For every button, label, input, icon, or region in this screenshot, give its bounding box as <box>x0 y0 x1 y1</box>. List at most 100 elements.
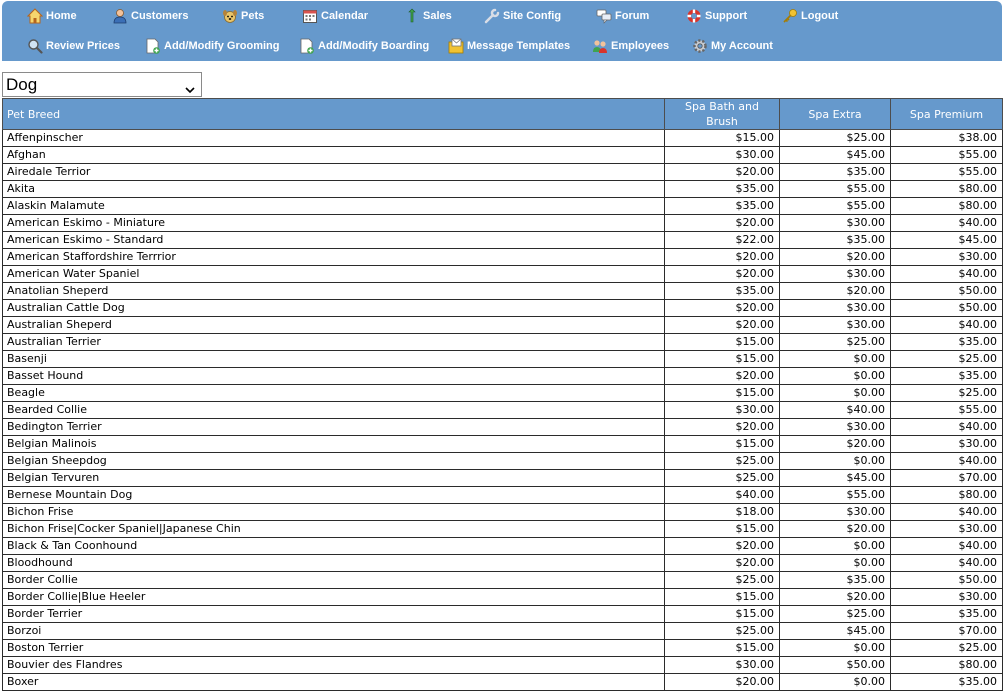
nav-add-modify-grooming[interactable]: Add/Modify Grooming <box>145 34 279 58</box>
nav-forum[interactable]: Forum <box>596 4 649 28</box>
header-spa-premium[interactable]: Spa Premium <box>890 98 1003 130</box>
spa-extra-cell: $25.00 <box>779 129 891 147</box>
spa-premium-cell: $35.00 <box>890 333 1003 351</box>
spa-bath-and-brush-cell: $25.00 <box>664 571 780 589</box>
spa-premium-cell: $55.00 <box>890 146 1003 164</box>
breed-cell: Bichon Frise <box>2 503 665 521</box>
breed-cell: Boston Terrier <box>2 639 665 657</box>
spa-bath-and-brush-cell: $15.00 <box>664 639 780 657</box>
header-spa-bath-and-brush[interactable]: Spa Bath and Brush <box>664 98 780 130</box>
nav-review-prices[interactable]: Review Prices <box>27 34 120 58</box>
spa-extra-cell: $30.00 <box>779 214 891 232</box>
table-row: Boston Terrier $15.00 $0.00 $25.00 <box>2 639 1003 657</box>
spa-extra-cell: $30.00 <box>779 316 891 334</box>
table-row: Afghan $30.00 $45.00 $55.00 <box>2 146 1003 164</box>
table-row: Australian Terrier $15.00 $25.00 $35.00 <box>2 333 1003 351</box>
spa-bath-and-brush-cell: $20.00 <box>664 554 780 572</box>
table-row: Anatolian Sheperd $35.00 $20.00 $50.00 <box>2 282 1003 300</box>
spa-extra-cell: $25.00 <box>779 605 891 623</box>
spa-extra-cell: $0.00 <box>779 384 891 402</box>
nav-label: Add/Modify Boarding <box>318 40 430 52</box>
table-row: Belgian Sheepdog $25.00 $0.00 $40.00 <box>2 452 1003 470</box>
spa-bath-and-brush-cell: $30.00 <box>664 146 780 164</box>
spa-premium-cell: $80.00 <box>890 197 1003 215</box>
spa-extra-cell: $20.00 <box>779 282 891 300</box>
species-select[interactable]: Dog <box>2 72 202 97</box>
table-row: Border Terrier $15.00 $25.00 $35.00 <box>2 605 1003 623</box>
breed-cell: Basenji <box>2 350 665 368</box>
nav-label: Employees <box>611 40 670 52</box>
spa-extra-cell: $20.00 <box>779 520 891 538</box>
spa-premium-cell: $70.00 <box>890 622 1003 640</box>
breed-cell: American Eskimo - Standard <box>2 231 665 249</box>
spa-extra-cell: $20.00 <box>779 435 891 453</box>
nav-employees[interactable]: Employees <box>592 34 669 58</box>
table-row: Bearded Collie $30.00 $40.00 $55.00 <box>2 401 1003 419</box>
nav-customers[interactable]: Customers <box>112 4 188 28</box>
lifebuoy-icon <box>686 8 702 24</box>
header-pet-breed[interactable]: Pet Breed <box>2 98 665 130</box>
nav-pets[interactable]: Pets <box>222 4 264 28</box>
table-row: Boxer $20.00 $0.00 $35.00 <box>2 673 1003 691</box>
table-row: American Water Spaniel $20.00 $30.00 $40.00 <box>2 265 1003 283</box>
main-navigation: Home Customers Pets Calendar Sales Site … <box>2 1 1002 61</box>
spa-premium-cell: $30.00 <box>890 248 1003 266</box>
breed-cell: Afghan <box>2 146 665 164</box>
table-row: Belgian Tervuren $25.00 $45.00 $70.00 <box>2 469 1003 487</box>
spa-premium-cell: $50.00 <box>890 299 1003 317</box>
spa-bath-and-brush-cell: $15.00 <box>664 520 780 538</box>
spa-extra-cell: $40.00 <box>779 401 891 419</box>
nav-label: Forum <box>615 10 650 22</box>
nav-my-account[interactable]: My Account <box>692 34 773 58</box>
table-row: Australian Sheperd $20.00 $30.00 $40.00 <box>2 316 1003 334</box>
nav-label: Logout <box>801 10 839 22</box>
wrench-icon <box>484 8 500 24</box>
nav-message-templates[interactable]: Message Templates <box>448 34 570 58</box>
breed-cell: American Eskimo - Miniature <box>2 214 665 232</box>
header-spa-extra[interactable]: Spa Extra <box>779 98 891 130</box>
breed-cell: Beagle <box>2 384 665 402</box>
nav-logout[interactable]: Logout <box>782 4 838 28</box>
spa-premium-cell: $40.00 <box>890 265 1003 283</box>
spa-bath-and-brush-cell: $25.00 <box>664 469 780 487</box>
spa-premium-cell: $30.00 <box>890 588 1003 606</box>
nav-support[interactable]: Support <box>686 4 747 28</box>
spa-extra-cell: $30.00 <box>779 299 891 317</box>
nav-add-modify-boarding[interactable]: Add/Modify Boarding <box>299 34 429 58</box>
nav-label: Customers <box>131 10 189 22</box>
spa-bath-and-brush-cell: $20.00 <box>664 367 780 385</box>
spa-bath-and-brush-cell: $35.00 <box>664 197 780 215</box>
spa-extra-cell: $20.00 <box>779 588 891 606</box>
add-document-icon <box>299 38 315 54</box>
spa-bath-and-brush-cell: $40.00 <box>664 486 780 504</box>
table-row: Australian Cattle Dog $20.00 $30.00 $50.00 <box>2 299 1003 317</box>
spa-premium-cell: $55.00 <box>890 163 1003 181</box>
customer-icon <box>112 8 128 24</box>
table-row: Border Collie|Blue Heeler $15.00 $20.00 $30… <box>2 588 1003 606</box>
table-row: Alaskin Malamute $35.00 $55.00 $80.00 <box>2 197 1003 215</box>
breed-cell: Bernese Mountain Dog <box>2 486 665 504</box>
spa-bath-and-brush-cell: $20.00 <box>664 265 780 283</box>
breed-cell: Borzoi <box>2 622 665 640</box>
breed-cell: Alaskin Malamute <box>2 197 665 215</box>
chevron-down-icon <box>185 80 195 94</box>
spa-premium-cell: $80.00 <box>890 180 1003 198</box>
spa-extra-cell: $0.00 <box>779 673 891 691</box>
breed-cell: American Staffordshire Terrrior <box>2 248 665 266</box>
spa-extra-cell: $0.00 <box>779 350 891 368</box>
breed-cell: Border Terrier <box>2 605 665 623</box>
nav-calendar[interactable]: Calendar <box>302 4 368 28</box>
nav-label: Home <box>46 10 77 22</box>
nav-home[interactable]: Home <box>27 4 77 28</box>
spa-extra-cell: $55.00 <box>779 486 891 504</box>
nav-site-config[interactable]: Site Config <box>484 4 561 28</box>
breed-cell: Affenpinscher <box>2 129 665 147</box>
calendar-icon <box>302 8 318 24</box>
breed-cell: Bloodhound <box>2 554 665 572</box>
table-body: Affenpinscher $15.00 $25.00 $38.00 Afghan $30… <box>2 129 1003 691</box>
spa-bath-and-brush-cell: $20.00 <box>664 673 780 691</box>
nav-sales[interactable]: Sales <box>404 4 452 28</box>
spa-premium-cell: $40.00 <box>890 503 1003 521</box>
spa-extra-cell: $35.00 <box>779 571 891 589</box>
spa-bath-and-brush-cell: $20.00 <box>664 537 780 555</box>
